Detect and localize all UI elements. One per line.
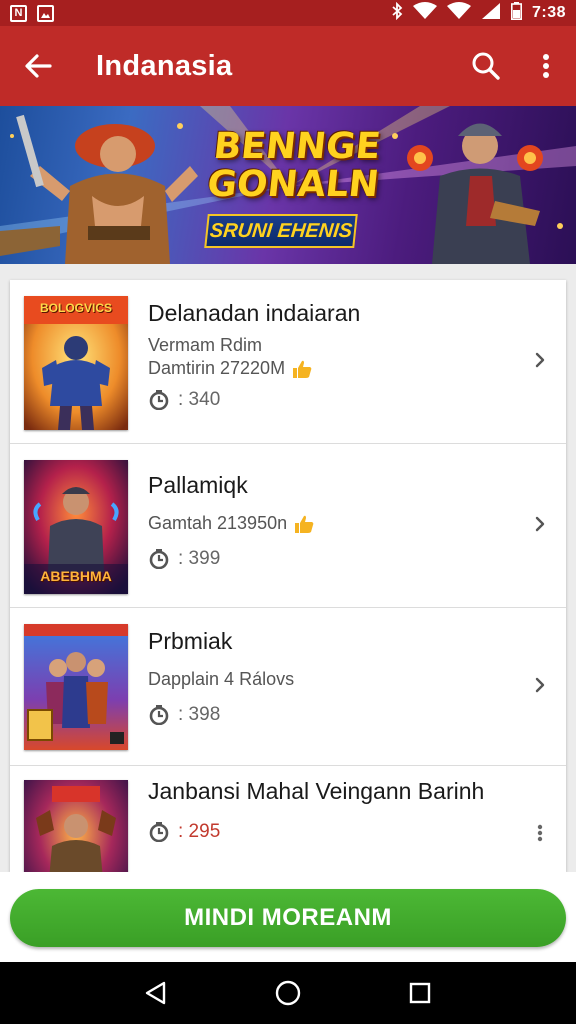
overflow-menu-button[interactable]: [516, 26, 576, 106]
bottom-action-area: MINDI MOREANM: [0, 872, 576, 962]
list-item[interactable]: Janbansi Mahal Veingann Barinh : 295: [10, 766, 566, 872]
thumbs-up-icon: [295, 515, 314, 533]
wifi-icon: [412, 2, 437, 24]
image-icon: [37, 4, 54, 22]
item-detail: Dapplain 4 Rálovs: [148, 669, 295, 689]
item-detail: Gamtah 213950n: [148, 513, 516, 534]
thumbnail-label: ABEBHMA: [40, 568, 112, 584]
timer-icon: [149, 390, 169, 410]
search-icon: [472, 52, 500, 80]
more-vert-icon[interactable]: [528, 818, 552, 848]
item-meta: : 295: [148, 821, 516, 843]
item-title: Prbmiak: [148, 628, 233, 654]
square-recents-icon: [409, 982, 431, 1004]
battery-icon: [510, 2, 522, 24]
triangle-back-icon: [145, 981, 166, 1005]
list-item[interactable]: Prbmiak Dapplain 4 Rálovs : 398: [10, 608, 566, 766]
item-subtitle: Vermam Rdim: [148, 335, 263, 355]
app-bar: Indanasia: [0, 26, 576, 106]
app-screen: N 7:38 Indanasia BENNGE GONALN SRUNI EHE…: [0, 0, 576, 1024]
notification-n-icon: N: [10, 4, 27, 22]
status-bar: N 7:38: [0, 0, 576, 26]
bluetooth-icon: [391, 1, 403, 24]
circle-home-icon: [275, 980, 301, 1006]
nav-home-button[interactable]: [263, 968, 313, 1018]
item-meta: : 398: [148, 704, 516, 726]
item-detail: Damtirin 27220M: [148, 358, 516, 379]
list-item[interactable]: ABEBHMA Pallamiqk Gamtah 213950n : 399: [10, 444, 566, 608]
arrow-left-icon: [25, 54, 52, 78]
game-thumbnail: BOLOGVICS: [24, 296, 128, 430]
more-vert-icon: [543, 54, 549, 78]
thumbnail-label: BOLOGVICS: [39, 301, 112, 315]
page-title: Indanasia: [96, 49, 233, 82]
promo-banner[interactable]: BENNGE GONALN SRUNI EHENIS: [0, 106, 576, 264]
thumbs-up-icon: [293, 360, 312, 378]
nav-back-button[interactable]: [131, 968, 181, 1018]
signal-icon: [446, 2, 471, 24]
list-item[interactable]: BOLOGVICS Delanadan indaiaran Vermam Rdi…: [10, 280, 566, 444]
game-thumbnail: [24, 624, 128, 750]
game-thumbnail: ABEBHMA: [24, 460, 128, 594]
item-meta: : 340: [148, 389, 516, 411]
item-meta: : 399: [148, 548, 516, 570]
status-time: 7:38: [531, 4, 566, 21]
timer-icon: [149, 822, 169, 842]
system-nav-bar: [0, 962, 576, 1024]
item-title: Janbansi Mahal Veingann Barinh: [148, 778, 485, 804]
back-button[interactable]: [0, 26, 76, 106]
chevron-right-icon[interactable]: [528, 670, 552, 700]
search-button[interactable]: [456, 26, 516, 106]
banner-title: BENNGE GONALN: [205, 126, 383, 205]
signal-strength-icon: [481, 2, 501, 24]
game-thumbnail: [24, 780, 128, 872]
nav-recents-button[interactable]: [395, 968, 445, 1018]
item-title: Delanadan indaiaran: [148, 300, 361, 326]
primary-cta-button[interactable]: MINDI MOREANM: [10, 889, 566, 947]
game-list: BOLOGVICS Delanadan indaiaran Vermam Rdi…: [10, 280, 566, 872]
banner-subtitle: SRUNI EHENIS: [204, 214, 358, 248]
timer-icon: [149, 705, 169, 725]
timer-icon: [149, 549, 169, 569]
item-title: Pallamiqk: [148, 472, 248, 498]
chevron-right-icon[interactable]: [528, 345, 552, 375]
chevron-right-icon[interactable]: [528, 509, 552, 539]
